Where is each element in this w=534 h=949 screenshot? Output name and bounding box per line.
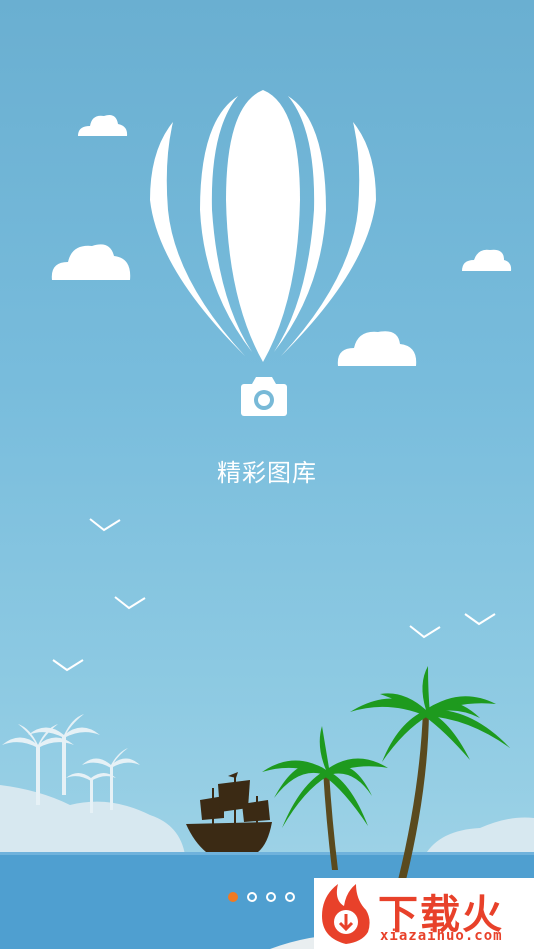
page-indicator[interactable]	[228, 892, 295, 902]
page-dot[interactable]	[247, 892, 257, 902]
flame-logo-icon	[322, 884, 370, 944]
pirate-ship-icon	[186, 772, 272, 852]
cloud-icon	[78, 115, 128, 136]
page-dot[interactable]	[266, 892, 276, 902]
distant-island	[0, 714, 185, 855]
camera-icon	[241, 377, 287, 416]
splash-screen: 精彩图库 下载火 xiazaihuo.com	[0, 0, 534, 949]
cloud-icon	[51, 244, 131, 280]
page-dot[interactable]	[285, 892, 295, 902]
watermark-url: xiazaihuo.com	[380, 928, 503, 944]
bird-icon	[89, 518, 121, 532]
app-title: 精彩图库	[217, 459, 317, 487]
bird-icon	[464, 613, 496, 626]
cloud-icon	[337, 331, 417, 366]
bird-icon	[52, 659, 84, 672]
hot-air-balloon-icon	[150, 90, 376, 362]
palm-tree-icon	[262, 726, 388, 870]
bird-icon	[409, 625, 441, 639]
watermark: 下载火 xiazaihuo.com	[314, 878, 534, 949]
bird-icon	[114, 596, 146, 610]
cloud-icon	[462, 249, 512, 271]
distant-island	[425, 817, 534, 855]
page-dot-active[interactable]	[228, 892, 238, 902]
